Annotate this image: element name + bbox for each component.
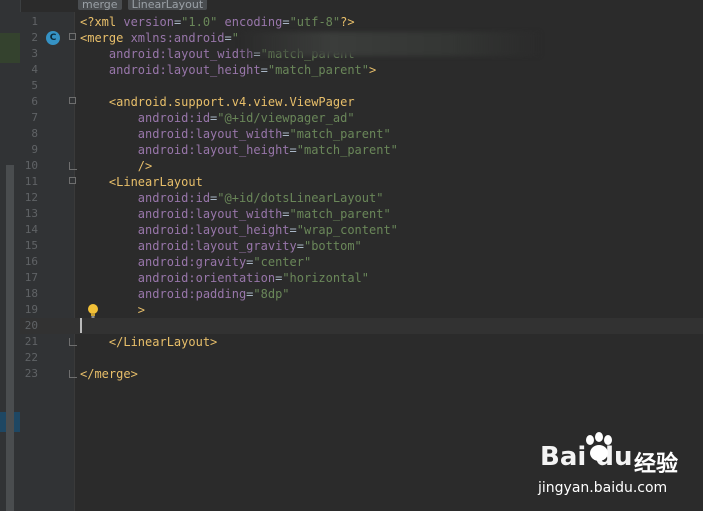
code-line[interactable]: 22 — [20, 350, 703, 366]
code-text: android:orientation="horizontal" — [137, 271, 370, 285]
line-number: 22 — [24, 351, 38, 364]
line-number: 2 — [31, 31, 38, 44]
code-line[interactable]: 5 — [20, 78, 703, 94]
line-number: 23 — [24, 367, 38, 380]
code-line[interactable]: 18 android:padding="8dp" — [20, 286, 703, 302]
code-line[interactable]: 9 android:layout_height="match_parent" — [20, 142, 703, 158]
line-number: 1 — [31, 15, 38, 28]
code-line[interactable]: 17 android:orientation="horizontal" — [20, 270, 703, 286]
line-number: 12 — [24, 191, 38, 204]
code-line[interactable]: 6 <android.support.v4.view.ViewPager — [20, 94, 703, 110]
text-cursor — [80, 318, 82, 333]
line-number: 16 — [24, 255, 38, 268]
code-text: <?xml version="1.0" encoding="utf-8"?> — [80, 15, 355, 29]
line-number: 5 — [31, 79, 38, 92]
code-text: android:layout_height="wrap_content" — [137, 223, 398, 237]
breadcrumb: merge LinearLayout — [78, 0, 208, 10]
line-number: 6 — [31, 95, 38, 108]
code-line[interactable]: 20 — [20, 318, 703, 334]
code-text: android:layout_gravity="bottom" — [137, 239, 362, 253]
code-text: </merge> — [80, 367, 138, 381]
code-text: <android.support.v4.view.ViewPager — [108, 95, 355, 109]
code-text: android:gravity="center" — [137, 255, 312, 269]
line-number: 4 — [31, 63, 38, 76]
breadcrumb-linearlayout[interactable]: LinearLayout — [127, 0, 208, 10]
fold-marker-icon[interactable] — [69, 97, 76, 104]
code-text: <merge xmlns:android=" — [80, 31, 239, 45]
line-number: 19 — [24, 303, 38, 316]
line-number: 9 — [31, 143, 38, 156]
line-number: 18 — [24, 287, 38, 300]
line-number: 3 — [31, 47, 38, 60]
code-line[interactable]: 1 <?xml version="1.0" encoding="utf-8"?> — [20, 14, 703, 30]
line-number: 20 — [24, 319, 38, 332]
code-line[interactable]: 23 </merge> — [20, 366, 703, 382]
code-line[interactable]: 12 android:id="@+id/dotsLinearLayout" — [20, 190, 703, 206]
line-number: 11 — [24, 175, 38, 188]
line-number: 7 — [31, 111, 38, 124]
code-line[interactable]: 14 android:layout_height="wrap_content" — [20, 222, 703, 238]
line-number: 21 — [24, 335, 38, 348]
line-number: 17 — [24, 271, 38, 284]
lightbulb-icon[interactable] — [87, 303, 99, 319]
redacted-region — [240, 32, 540, 56]
code-line[interactable]: 21 </LinearLayout> — [20, 334, 703, 350]
code-line[interactable]: 15 android:layout_gravity="bottom" — [20, 238, 703, 254]
fold-marker-icon[interactable] — [69, 33, 76, 40]
code-text: </LinearLayout> — [108, 335, 218, 349]
code-line[interactable]: 10 /> — [20, 158, 703, 174]
line-number: 13 — [24, 207, 38, 220]
code-line[interactable]: 7 android:id="@+id/viewpager_ad" — [20, 110, 703, 126]
line-number: 8 — [31, 127, 38, 140]
code-text: /> — [137, 159, 153, 173]
watermark-url: jingyan.baidu.com — [538, 480, 668, 496]
code-line[interactable]: 16 android:gravity="center" — [20, 254, 703, 270]
panel-highlight — [0, 33, 20, 63]
fold-end-icon[interactable] — [69, 338, 77, 346]
line-number: 14 — [24, 223, 38, 236]
fold-end-icon[interactable] — [69, 370, 77, 378]
project-panel-strip[interactable] — [0, 0, 21, 511]
code-text: android:layout_width="match_parent" — [137, 127, 391, 141]
watermark-logo: Bai du — [540, 442, 633, 472]
fold-end-icon[interactable] — [69, 162, 77, 170]
code-line[interactable]: 11 <LinearLayout — [20, 174, 703, 190]
code-text: android:padding="8dp" — [137, 287, 290, 301]
code-text: android:layout_height="match_parent" — [137, 143, 398, 157]
code-line[interactable]: 4 android:layout_height="match_parent"> — [20, 62, 703, 78]
class-gutter-icon[interactable]: C — [46, 31, 60, 45]
code-text: android:id="@+id/viewpager_ad" — [137, 111, 355, 125]
code-text: android:layout_height="match_parent"> — [108, 63, 377, 77]
line-number: 10 — [24, 159, 38, 172]
code-text: android:layout_width="match_parent" — [137, 207, 391, 221]
watermark-brand: 经验 — [634, 452, 679, 477]
code-line[interactable]: 13 android:layout_width="match_parent" — [20, 206, 703, 222]
panel-scrollbar[interactable] — [6, 165, 14, 511]
fold-marker-icon[interactable] — [69, 177, 76, 184]
line-number: 15 — [24, 239, 38, 252]
code-line[interactable]: 8 android:layout_width="match_parent" — [20, 126, 703, 142]
code-text: android:id="@+id/dotsLinearLayout" — [137, 191, 384, 205]
baidu-jingyan-watermark: Bai du 经验 jingyan.baidu.com — [536, 432, 696, 502]
code-line[interactable]: 19 > — [20, 302, 703, 318]
breadcrumb-merge[interactable]: merge — [78, 0, 122, 10]
code-text: <LinearLayout — [108, 175, 203, 189]
